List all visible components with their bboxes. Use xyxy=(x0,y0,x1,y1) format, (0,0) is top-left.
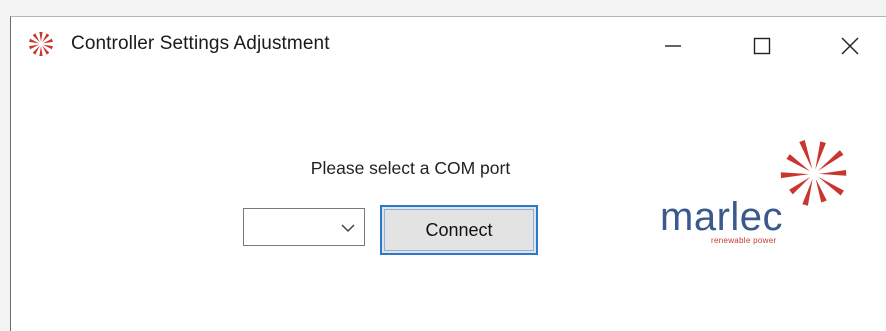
window-title: Controller Settings Adjustment xyxy=(71,33,330,54)
connect-button[interactable]: Connect xyxy=(380,205,538,255)
logo-wordmark: marlec xyxy=(660,195,784,239)
marlec-logo: marlec renewable power xyxy=(651,135,851,255)
close-button[interactable] xyxy=(819,17,881,75)
com-port-prompt: Please select a COM port xyxy=(310,158,511,178)
chevron-down-icon xyxy=(341,224,355,233)
marlec-burst-icon xyxy=(29,32,53,56)
com-port-select[interactable] xyxy=(243,208,365,246)
maximize-button[interactable] xyxy=(731,17,793,75)
minimize-button[interactable] xyxy=(642,17,704,75)
marlec-logo-burst-icon xyxy=(780,140,847,206)
close-icon xyxy=(841,37,859,55)
title-bar[interactable]: Controller Settings Adjustment xyxy=(11,17,886,75)
logo-tagline: renewable power xyxy=(711,236,777,245)
connect-button-label: Connect xyxy=(425,220,493,240)
minimize-icon xyxy=(665,45,681,47)
maximize-icon xyxy=(753,37,771,55)
app-window: Controller Settings Adjustment Please se… xyxy=(10,16,886,331)
